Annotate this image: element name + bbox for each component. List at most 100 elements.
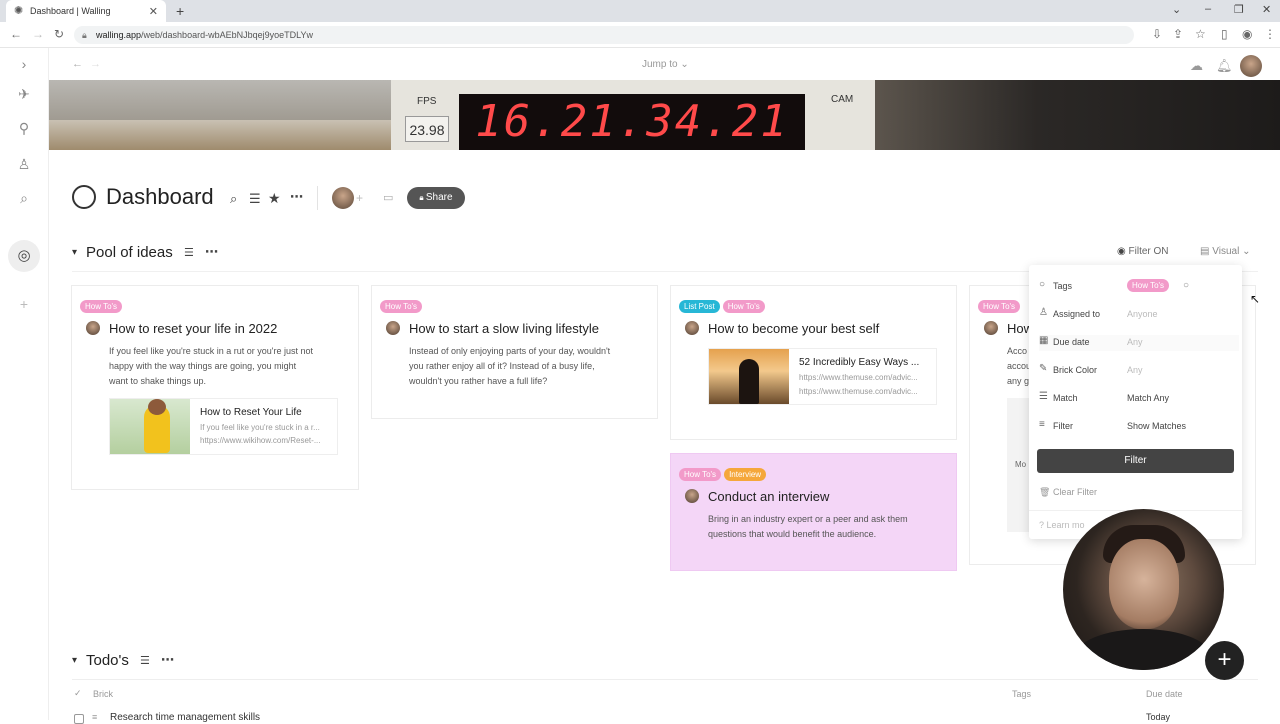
pin-icon[interactable]: ⚲ xyxy=(14,118,34,138)
rocket-icon[interactable]: ✈ xyxy=(14,84,34,104)
view-mode-label: Visual xyxy=(1212,246,1240,257)
comments-icon[interactable]: ▭ xyxy=(383,191,393,204)
tag-badge[interactable]: How To's xyxy=(380,300,423,313)
tag-chip[interactable]: How To's xyxy=(1127,279,1172,292)
settings-sliders-icon[interactable]: ☰ xyxy=(140,654,150,667)
member-avatar[interactable] xyxy=(332,187,354,209)
close-tab-icon[interactable]: ✕ xyxy=(149,5,158,18)
forward-icon[interactable]: → xyxy=(32,27,44,41)
card-desc-line: any g xyxy=(1007,376,1030,386)
todo-checkbox[interactable] xyxy=(74,714,84,724)
assignee-avatar xyxy=(86,321,100,335)
more-options-icon[interactable]: ⋯ xyxy=(290,189,303,205)
side-panel-icon[interactable]: ▯ xyxy=(1221,27,1228,41)
walling-favicon-icon: ✺ xyxy=(14,5,24,17)
jump-to-menu[interactable]: Jump to ⌄ xyxy=(642,59,689,70)
card-tags: List Post How To's xyxy=(679,296,768,314)
silhouette-person xyxy=(739,359,759,404)
column-header-tags[interactable]: Tags xyxy=(1012,689,1031,699)
tag-badge[interactable]: How To's xyxy=(80,300,123,313)
filter-row-filter[interactable]: ≡ Filter Show Matches xyxy=(1039,419,1239,435)
filter-row-brick-color[interactable]: ✎ Brick Color Any xyxy=(1039,363,1239,379)
settings-sliders-icon[interactable]: ☰ xyxy=(249,191,261,207)
apply-filter-button[interactable]: Filter xyxy=(1037,449,1234,473)
filter-row-match[interactable]: ☰ Match Match Any xyxy=(1039,391,1239,407)
star-icon[interactable]: ★ xyxy=(268,190,281,207)
more-options-icon[interactable]: ⋯ xyxy=(205,244,218,260)
expand-sidebar-icon[interactable]: › xyxy=(14,54,34,74)
new-tab-icon[interactable]: + xyxy=(176,3,184,19)
cloud-sync-icon[interactable]: ☁ xyxy=(1190,58,1203,74)
add-tag-icon[interactable]: ○ xyxy=(1183,280,1189,291)
filter-icon: ◉ xyxy=(1117,246,1129,257)
share-button[interactable]: 🔒︎ Share xyxy=(407,187,465,209)
app-back-icon[interactable]: ← xyxy=(72,58,83,70)
install-icon[interactable]: ⇩ xyxy=(1152,27,1162,41)
learn-more-link[interactable]: ? Learn mo xyxy=(1039,520,1085,530)
browser-tab[interactable]: ✺ Dashboard | Walling ✕ xyxy=(6,0,166,22)
browser-tab-strip: ✺ Dashboard | Walling ✕ + ⌄ – ❐ ✕ xyxy=(0,0,1280,22)
banner-dark-area xyxy=(875,80,1280,150)
section-title: Pool of ideas xyxy=(86,244,173,261)
settings-sliders-icon[interactable]: ☰ xyxy=(184,246,194,259)
filter-status-toggle[interactable]: ◉ Filter ON xyxy=(1117,246,1169,257)
help-icon: ? xyxy=(1039,520,1047,530)
add-brick-fab[interactable]: + xyxy=(1205,641,1244,680)
reload-icon[interactable]: ↻ xyxy=(54,27,64,41)
clear-filter-button[interactable]: 🗑︎ Clear Filter xyxy=(1039,487,1097,498)
bookmark-star-icon[interactable]: ☆ xyxy=(1195,27,1206,41)
tab-search-icon[interactable]: ⌄ xyxy=(1172,3,1181,16)
drag-handle-icon[interactable]: ≡ xyxy=(92,712,97,722)
filter-popover: ○ Tags How To's ○ ♙ Assigned to Anyone ▦… xyxy=(1029,265,1242,539)
idea-card[interactable]: How To's How to reset your life in 2022 … xyxy=(71,285,359,490)
collapse-chevron-icon[interactable]: ▾ xyxy=(72,247,77,258)
maximize-icon[interactable]: ❐ xyxy=(1234,3,1244,16)
card-description: Instead of only enjoying parts of your d… xyxy=(409,344,610,389)
filter-row-assigned[interactable]: ♙ Assigned to Anyone xyxy=(1039,307,1239,323)
idea-card[interactable]: How To's Interview Conduct an interview B… xyxy=(670,453,957,571)
search-icon[interactable]: ⌕ xyxy=(14,188,34,208)
card-desc-line: Acco xyxy=(1007,346,1028,356)
layout-icon: ▤ xyxy=(1200,246,1213,257)
tag-badge[interactable]: How To's xyxy=(978,300,1021,313)
filter-row-label: Tags xyxy=(1053,281,1073,291)
link-preview[interactable]: 52 Incredibly Easy Ways ... https://www.… xyxy=(708,348,937,405)
column-header-due-date[interactable]: Due date xyxy=(1146,689,1183,699)
app-forward-icon[interactable]: → xyxy=(90,58,101,70)
add-icon[interactable]: + xyxy=(14,294,34,314)
notification-bell-icon[interactable]: 🔔︎ xyxy=(1216,58,1233,74)
browser-menu-icon[interactable]: ⋮ xyxy=(1264,27,1276,41)
sliders-icon: ☰ xyxy=(1039,391,1048,402)
link-preview[interactable]: How to Reset Your Life If you feel like … xyxy=(109,398,338,455)
close-window-icon[interactable]: ✕ xyxy=(1262,3,1271,16)
minimize-icon[interactable]: – xyxy=(1205,3,1211,15)
search-icon[interactable]: ⌕ xyxy=(230,191,237,207)
share-button-label: Share xyxy=(425,192,453,203)
dashboard-nav-item[interactable]: ◎ xyxy=(8,240,40,272)
add-member-icon[interactable]: + xyxy=(356,191,363,205)
share-page-icon[interactable]: ⇪ xyxy=(1173,27,1183,41)
idea-card[interactable]: List Post How To's How to become your bes… xyxy=(670,285,957,440)
card-desc-line: you rather enjoy all of it? Instead of a… xyxy=(409,361,595,371)
tag-badge[interactable]: List Post xyxy=(679,300,720,313)
filter-row-due-date[interactable]: ▦ Due date Any xyxy=(1039,335,1239,351)
back-icon[interactable]: ← xyxy=(10,27,22,41)
card-desc-line: want to shake things up. xyxy=(109,376,207,386)
tag-badge[interactable]: How To's xyxy=(722,300,765,313)
url-field[interactable]: 🔒︎ walling.app/web/dashboard-wbAEbNJbqej… xyxy=(74,26,1134,44)
user-avatar[interactable] xyxy=(1240,55,1262,77)
user-icon[interactable]: ♙ xyxy=(14,154,34,174)
idea-card[interactable]: How To's How to start a slow living life… xyxy=(371,285,658,419)
assignee-avatar xyxy=(685,489,699,503)
column-header-brick[interactable]: Brick xyxy=(93,689,113,699)
card-title: How to reset your life in 2022 xyxy=(109,321,278,336)
profile-icon[interactable]: ◉ xyxy=(1242,27,1252,41)
view-mode-select[interactable]: ▤ Visual ⌄ xyxy=(1200,246,1250,257)
card-tags: How To's xyxy=(380,296,425,314)
tag-badge[interactable]: Interview xyxy=(724,468,767,481)
more-options-icon[interactable]: ⋯ xyxy=(161,652,174,668)
tag-badge[interactable]: How To's xyxy=(679,468,722,481)
filter-row-value: Anyone xyxy=(1127,309,1158,319)
collapse-chevron-icon[interactable]: ▾ xyxy=(72,655,77,666)
filter-row-tags[interactable]: ○ Tags How To's ○ xyxy=(1039,279,1239,295)
